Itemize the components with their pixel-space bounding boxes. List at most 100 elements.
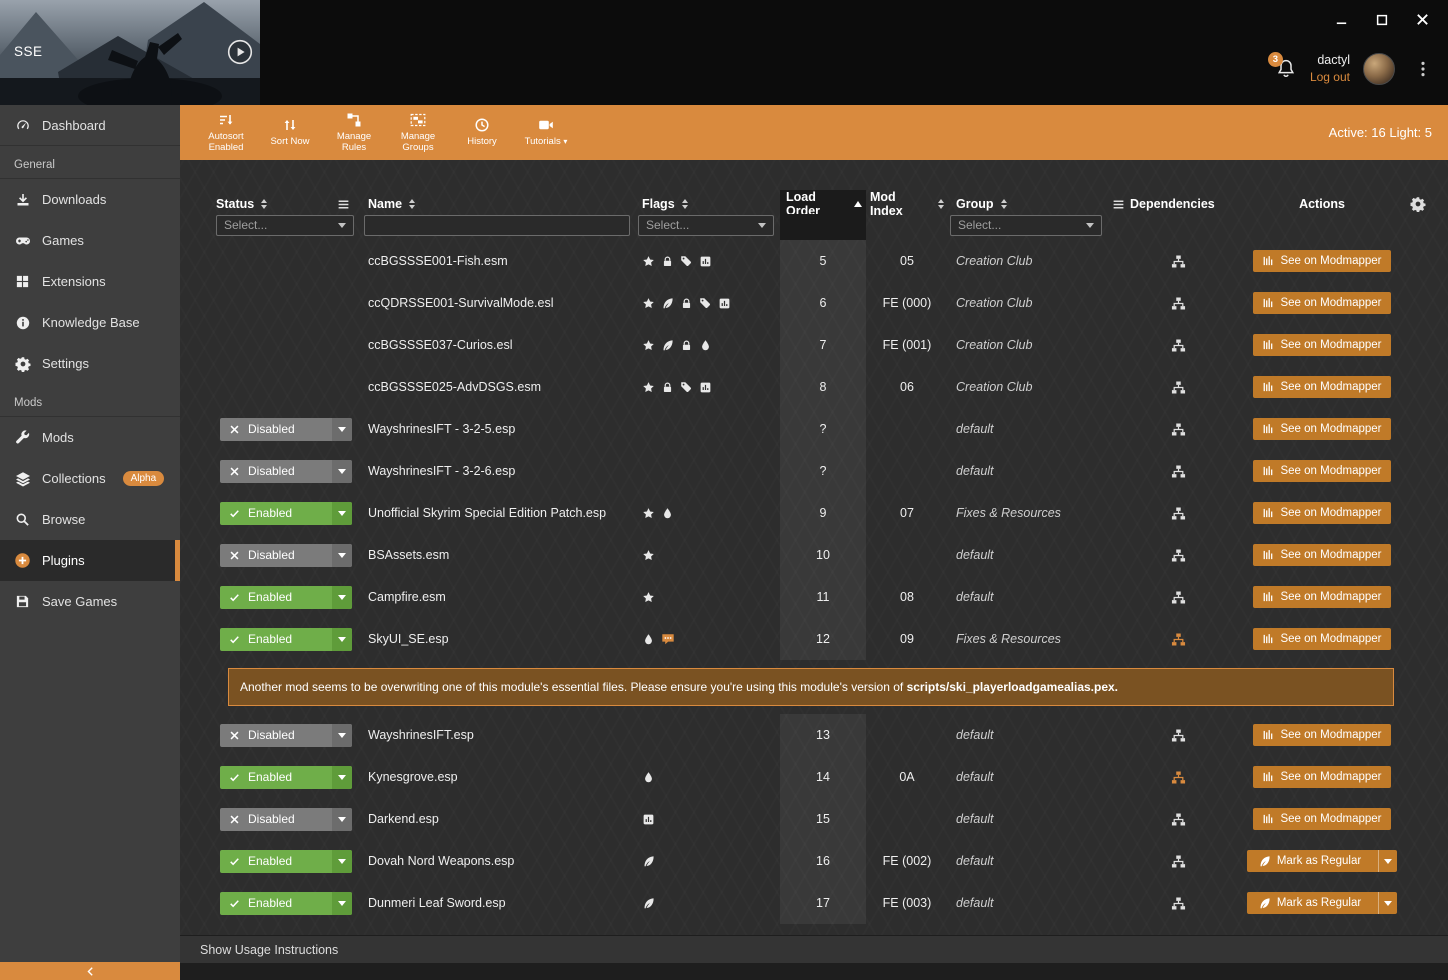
group-filter-select[interactable]: Select... [950, 215, 1102, 236]
plugin-status-toggle[interactable]: Enabled [220, 502, 352, 525]
play-button[interactable] [227, 39, 253, 65]
plugin-group[interactable]: default [956, 422, 994, 436]
see-on-modmapper-button[interactable]: See on Modmapper [1253, 250, 1391, 272]
plugin-name[interactable]: ccBGSSSE001-Fish.esm [368, 254, 508, 268]
status-dropdown-caret[interactable] [332, 544, 352, 567]
plugin-name[interactable]: WayshrinesIFT - 3-2-6.esp [368, 464, 515, 478]
plugin-name[interactable]: SkyUI_SE.esp [368, 632, 449, 646]
dependencies-icon[interactable] [1171, 380, 1186, 395]
status-dropdown-caret[interactable] [332, 892, 352, 915]
sidebar-item-dashboard[interactable]: Dashboard [0, 105, 180, 146]
plugin-group[interactable]: default [956, 464, 994, 478]
status-dropdown-caret[interactable] [332, 724, 352, 747]
see-on-modmapper-button[interactable]: See on Modmapper [1253, 586, 1391, 608]
sidebar-item-plugins[interactable]: Plugins [0, 540, 180, 581]
toolbar-button-manage-groups[interactable]: Manage Groups [386, 105, 450, 160]
dependencies-icon[interactable] [1171, 548, 1186, 563]
plugin-name[interactable]: ccBGSSSE025-AdvDSGS.esm [368, 380, 541, 394]
plugin-name[interactable]: Campfire.esm [368, 590, 446, 604]
sidebar-item-browse[interactable]: Browse [0, 499, 180, 540]
status-dropdown-caret[interactable] [332, 586, 352, 609]
mark-as-regular-button[interactable]: Mark as Regular [1247, 850, 1397, 872]
plugin-name[interactable]: WayshrinesIFT.esp [368, 728, 474, 742]
close-button[interactable] [1415, 12, 1430, 27]
dependencies-icon[interactable] [1171, 464, 1186, 479]
sidebar-collapse-button[interactable] [0, 962, 180, 980]
notifications-button[interactable]: 3 [1275, 58, 1297, 80]
see-on-modmapper-button[interactable]: See on Modmapper [1253, 460, 1391, 482]
mark-as-regular-button[interactable]: Mark as Regular [1247, 892, 1397, 914]
plugin-name[interactable]: BSAssets.esm [368, 548, 449, 562]
plugin-group[interactable]: Creation Club [956, 338, 1032, 352]
plugin-name[interactable]: ccQDRSSE001-SurvivalMode.esl [368, 296, 554, 310]
see-on-modmapper-button[interactable]: See on Modmapper [1253, 334, 1391, 356]
see-on-modmapper-button[interactable]: See on Modmapper [1253, 376, 1391, 398]
plugin-status-toggle[interactable]: Disabled [220, 418, 352, 441]
plugin-name[interactable]: Dunmeri Leaf Sword.esp [368, 896, 506, 910]
game-banner[interactable]: SSE [0, 0, 260, 105]
sidebar-item-knowledge-base[interactable]: Knowledge Base [0, 302, 180, 343]
avatar[interactable] [1363, 53, 1395, 85]
plugin-group[interactable]: Fixes & Resources [956, 632, 1061, 646]
plugin-name[interactable]: Darkend.esp [368, 812, 439, 826]
plugin-name[interactable]: Unofficial Skyrim Special Edition Patch.… [368, 506, 606, 520]
overflow-menu-button[interactable] [1414, 60, 1432, 78]
plugin-group[interactable]: Creation Club [956, 254, 1032, 268]
name-filter-input[interactable] [364, 215, 630, 236]
table-settings-gear-icon[interactable] [1410, 196, 1426, 212]
see-on-modmapper-button[interactable]: See on Modmapper [1253, 724, 1391, 746]
status-dropdown-caret[interactable] [332, 628, 352, 651]
plugin-name[interactable]: WayshrinesIFT - 3-2-5.esp [368, 422, 515, 436]
plugin-group[interactable]: default [956, 896, 994, 910]
plugin-name[interactable]: Kynesgrove.esp [368, 770, 458, 784]
action-dropdown-caret[interactable] [1378, 850, 1397, 872]
plugin-status-toggle[interactable]: Disabled [220, 724, 352, 747]
minimize-button[interactable] [1334, 12, 1349, 27]
status-dropdown-caret[interactable] [332, 850, 352, 873]
plugin-group[interactable]: default [956, 770, 994, 784]
plugin-status-toggle[interactable]: Disabled [220, 544, 352, 567]
dependencies-icon[interactable] [1171, 632, 1186, 647]
action-dropdown-caret[interactable] [1378, 892, 1397, 914]
plugin-name[interactable]: Dovah Nord Weapons.esp [368, 854, 514, 868]
dependencies-icon[interactable] [1171, 254, 1186, 269]
status-filter-select[interactable]: Select... [216, 215, 354, 236]
plugin-group[interactable]: Fixes & Resources [956, 506, 1061, 520]
sidebar-item-settings[interactable]: Settings [0, 343, 180, 384]
maximize-button[interactable] [1375, 13, 1389, 27]
see-on-modmapper-button[interactable]: See on Modmapper [1253, 628, 1391, 650]
toolbar-button-autosort-enabled[interactable]: Autosort Enabled [194, 105, 258, 160]
see-on-modmapper-button[interactable]: See on Modmapper [1253, 766, 1391, 788]
sidebar-item-collections[interactable]: CollectionsAlpha [0, 458, 180, 499]
see-on-modmapper-button[interactable]: See on Modmapper [1253, 502, 1391, 524]
plugin-group[interactable]: Creation Club [956, 296, 1032, 310]
toolbar-button-history[interactable]: History [450, 105, 514, 160]
logout-link[interactable]: Log out [1310, 69, 1350, 85]
plugin-group[interactable]: default [956, 548, 994, 562]
sidebar-item-mods[interactable]: Mods [0, 417, 180, 458]
toolbar-button-sort-now[interactable]: Sort Now [258, 105, 322, 160]
dependencies-icon[interactable] [1171, 812, 1186, 827]
usage-instructions-label[interactable]: Show Usage Instructions [200, 943, 338, 957]
column-menu-icon[interactable] [337, 198, 350, 211]
sidebar-item-save-games[interactable]: Save Games [0, 581, 180, 622]
plugin-status-toggle[interactable]: Enabled [220, 586, 352, 609]
dependencies-icon[interactable] [1171, 590, 1186, 605]
see-on-modmapper-button[interactable]: See on Modmapper [1253, 418, 1391, 440]
plugin-group[interactable]: default [956, 854, 994, 868]
plugin-status-toggle[interactable]: Enabled [220, 628, 352, 651]
status-dropdown-caret[interactable] [332, 460, 352, 483]
dependencies-icon[interactable] [1171, 854, 1186, 869]
sidebar-item-games[interactable]: Games [0, 220, 180, 261]
status-dropdown-caret[interactable] [332, 808, 352, 831]
status-dropdown-caret[interactable] [332, 502, 352, 525]
dependencies-icon[interactable] [1171, 296, 1186, 311]
status-dropdown-caret[interactable] [332, 418, 352, 441]
plugin-group[interactable]: default [956, 728, 994, 742]
plugin-group[interactable]: Creation Club [956, 380, 1032, 394]
status-dropdown-caret[interactable] [332, 766, 352, 789]
plugin-status-toggle[interactable]: Enabled [220, 766, 352, 789]
dependencies-icon[interactable] [1171, 728, 1186, 743]
plugin-status-toggle[interactable]: Enabled [220, 892, 352, 915]
dependencies-icon[interactable] [1171, 896, 1186, 911]
